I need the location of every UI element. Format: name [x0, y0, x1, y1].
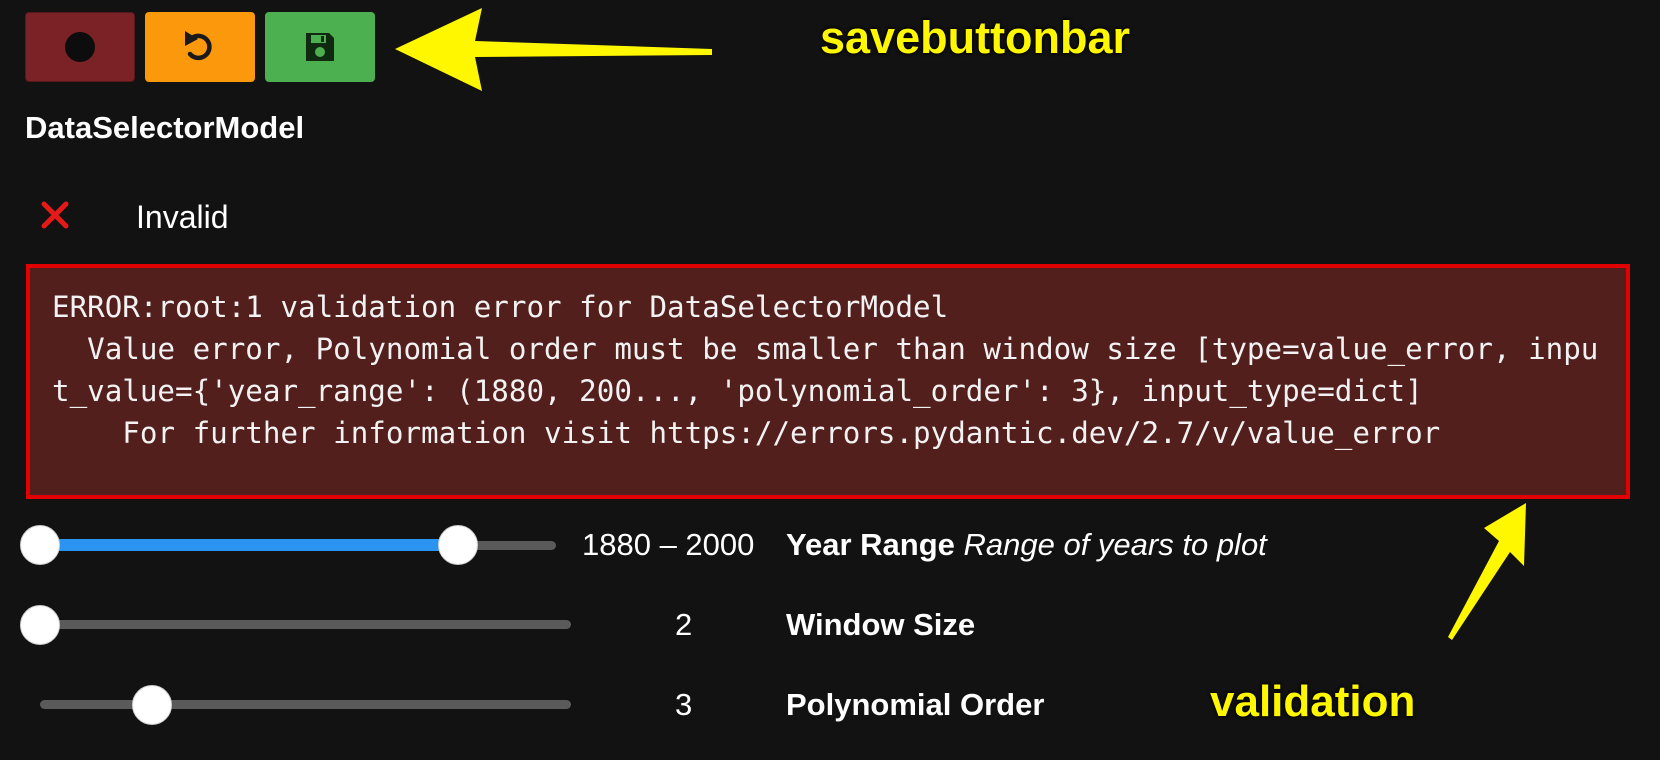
validation-status-label: Invalid: [136, 199, 229, 235]
year-range-low-handle[interactable]: [20, 525, 60, 565]
year-range-value: 1880 – 2000: [582, 527, 755, 562]
year-range-fill: [40, 539, 458, 551]
year-range-description: Range of years to plot: [963, 527, 1267, 562]
window-size-value: 2: [675, 607, 693, 642]
polynomial-order-track[interactable]: [40, 700, 571, 709]
window-size-label: Window Size: [786, 607, 976, 642]
save-button[interactable]: [265, 12, 375, 82]
x-mark-icon: [41, 201, 69, 229]
record-dot-icon: [65, 32, 95, 62]
model-title: DataSelectorModel: [25, 110, 305, 145]
annotation-arrow-left-icon: [395, 8, 712, 91]
annotation-arrow-up-icon: [1448, 503, 1526, 640]
floppy-disk-icon: [306, 33, 334, 61]
record-button[interactable]: [25, 12, 135, 82]
validation-annotation: validation: [1210, 677, 1416, 726]
validation-error-box: ERROR:root:1 validation error for DataSe…: [26, 264, 1630, 499]
polynomial-order-value: 3: [675, 687, 693, 722]
polynomial-order-handle[interactable]: [132, 685, 173, 725]
year-range-high-handle[interactable]: [437, 525, 478, 565]
reset-button[interactable]: [145, 12, 255, 82]
window-size-track[interactable]: [40, 620, 571, 629]
undo-icon: [185, 31, 212, 61]
year-range-label: Year Range Range of years to plot: [786, 527, 1267, 563]
window-size-handle[interactable]: [20, 605, 60, 645]
polynomial-order-label: Polynomial Order: [786, 687, 1045, 722]
year-range-name: Year Range: [786, 527, 955, 562]
savebuttonbar-annotation: savebuttonbar: [820, 12, 1131, 63]
